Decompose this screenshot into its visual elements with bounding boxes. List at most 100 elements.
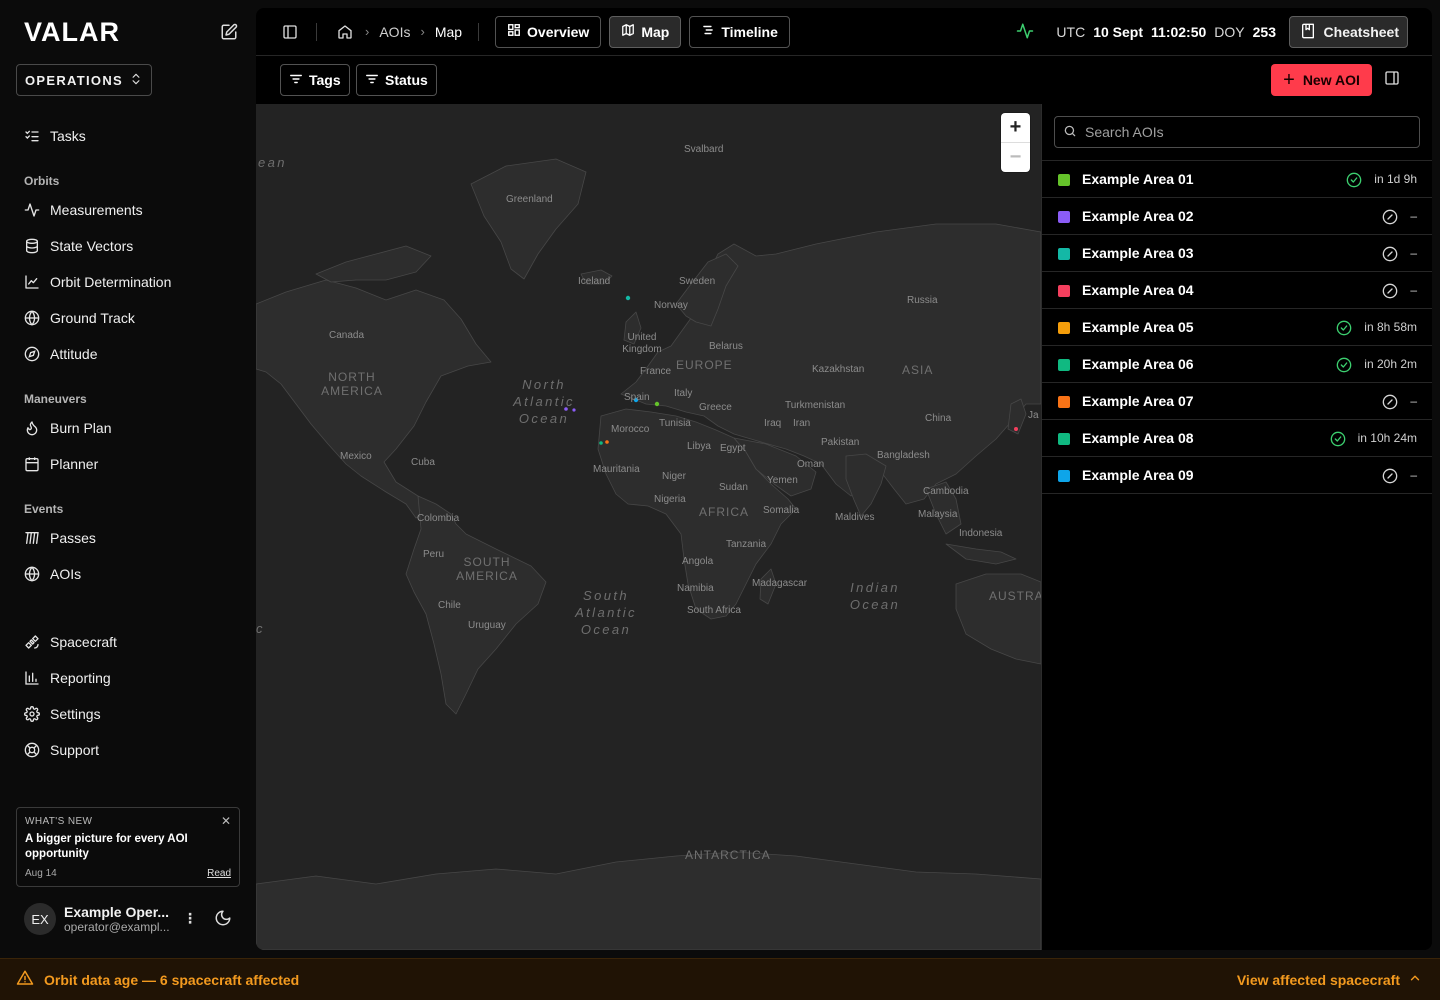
- workspace-select[interactable]: OPERATIONS: [16, 64, 152, 96]
- map-label-maldives: Maldives: [835, 512, 875, 523]
- circle-slash-icon: [1382, 394, 1398, 410]
- sidebar-item-planner[interactable]: Planner: [16, 446, 240, 482]
- sidebar-toggle-icon[interactable]: [280, 22, 300, 42]
- map-label-france: France: [640, 366, 672, 377]
- aoi-next-opportunity: –: [1410, 468, 1417, 482]
- sidebar-item-orbit-determination[interactable]: Orbit Determination: [16, 264, 240, 300]
- sidebar-item-state-vectors[interactable]: State Vectors: [16, 228, 240, 264]
- aoi-list-item[interactable]: Example Area 05 in 8h 58m: [1042, 309, 1432, 346]
- map-label-peru: Peru: [423, 549, 445, 560]
- sidebar-item-passes[interactable]: Passes: [16, 520, 240, 556]
- logo-row: VALAR: [24, 17, 240, 48]
- map-label-iran: Iran: [793, 418, 811, 429]
- search-field[interactable]: [1054, 116, 1420, 148]
- aoi-name: Example Area 04: [1082, 282, 1194, 298]
- more-vertical-icon[interactable]: ⋮: [182, 910, 198, 928]
- aoi-list-item[interactable]: Example Area 09 –: [1042, 457, 1432, 494]
- aoi-color-swatch: [1058, 285, 1070, 297]
- chevron-up-icon: [1408, 971, 1422, 988]
- compose-icon[interactable]: [218, 21, 240, 43]
- new-aoi-button[interactable]: + New AOI: [1271, 64, 1372, 96]
- sidebar-item-label: Spacecraft: [50, 634, 117, 650]
- sidebar-item-tasks[interactable]: Tasks: [16, 118, 240, 154]
- map-label-indonesia: Indonesia: [959, 528, 1003, 539]
- whats-new-kicker: WHAT'S NEW: [25, 816, 93, 827]
- aoi-list-item[interactable]: Example Area 02 –: [1042, 198, 1432, 235]
- main-panel: › AOIs › Map Overview Map Timeline UTC 1…: [256, 8, 1432, 950]
- close-icon[interactable]: ✕: [221, 814, 231, 828]
- map-region-antarctica: ANTARCTICA: [685, 848, 771, 862]
- breadcrumb: › AOIs › Map: [335, 22, 462, 42]
- user-email: operator@exampl...: [64, 920, 170, 934]
- nav-section-maneuvers: Maneuvers: [24, 392, 87, 406]
- clock-doy: 253: [1252, 24, 1276, 40]
- map-region-australia: AUSTRA: [989, 589, 1041, 603]
- whats-new-read-link[interactable]: Read: [207, 868, 231, 879]
- status-filter-button[interactable]: Status: [356, 64, 437, 96]
- map-label-canada: Canada: [329, 330, 365, 341]
- app-root: VALAR OPERATIONS Tasks Orbits Measuremen…: [0, 0, 1440, 1000]
- map-label-russia: Russia: [907, 295, 938, 306]
- sidebar-item-label: Attitude: [50, 346, 98, 362]
- aoi-name: Example Area 08: [1082, 430, 1194, 446]
- world-map[interactable]: Svalbard Greenland Iceland Sweden Norway…: [256, 104, 1041, 950]
- sidebar-item-settings[interactable]: Settings: [16, 696, 240, 732]
- tags-filter-button[interactable]: Tags: [280, 64, 350, 96]
- banner-text: Orbit data age — 6 spacecraft affected: [44, 971, 300, 988]
- aoi-next-opportunity: in 10h 24m: [1357, 431, 1417, 445]
- aoi-list-item[interactable]: Example Area 04 –: [1042, 272, 1432, 309]
- sidebar-item-aois[interactable]: AOIs: [16, 556, 240, 592]
- moon-icon[interactable]: [214, 909, 234, 929]
- zoom-control: + −: [1001, 113, 1030, 172]
- map-label-nigeria: Nigeria: [654, 494, 686, 505]
- map-label-kazakhstan: Kazakhstan: [812, 364, 865, 375]
- clock-time: 11:02:50: [1151, 24, 1207, 40]
- bar-chart-icon: [24, 670, 40, 686]
- workspace-select-value: OPERATIONS: [25, 72, 123, 88]
- map-label-sweden: Sweden: [679, 276, 716, 287]
- map-label-angola: Angola: [682, 556, 714, 567]
- map-label-yemen: Yemen: [767, 475, 798, 486]
- sidebar-item-spacecraft[interactable]: Spacecraft: [16, 624, 240, 660]
- aoi-list-item[interactable]: Example Area 03 –: [1042, 235, 1432, 272]
- user-profile[interactable]: EX Example Oper... operator@exampl... ⋮: [24, 902, 240, 936]
- sidebar-item-burn-plan[interactable]: Burn Plan: [16, 410, 240, 446]
- sidebar-item-attitude[interactable]: Attitude: [16, 336, 240, 372]
- circle-slash-icon: [1382, 209, 1398, 225]
- aoi-list-item[interactable]: Example Area 01 in 1d 9h: [1042, 161, 1432, 198]
- sidebar-item-label: AOIs: [50, 566, 82, 582]
- whats-new-date: Aug 14: [25, 868, 57, 879]
- aoi-list-item[interactable]: Example Area 07 –: [1042, 383, 1432, 420]
- whats-new-card: WHAT'S NEW A bigger picture for every AO…: [16, 807, 240, 887]
- panel-right-icon[interactable]: [1384, 70, 1404, 90]
- valar-logo[interactable]: VALAR: [24, 17, 120, 48]
- view-overview-button[interactable]: Overview: [495, 15, 602, 48]
- user-name: Example Oper...: [64, 904, 170, 920]
- aoi-list-item[interactable]: Example Area 08 in 10h 24m: [1042, 420, 1432, 457]
- activity-icon: [1016, 22, 1034, 43]
- map-label-iceland: Iceland: [578, 276, 611, 287]
- view-map-button[interactable]: Map: [609, 15, 682, 48]
- sidebar-item-label: Tasks: [50, 128, 86, 144]
- zoom-in-button[interactable]: +: [1001, 113, 1030, 142]
- aoi-color-swatch: [1058, 174, 1070, 186]
- view-timeline-button[interactable]: Timeline: [689, 15, 790, 48]
- new-aoi-label: New AOI: [1302, 72, 1360, 88]
- radio-tower-icon: [24, 530, 40, 546]
- cheatsheet-button[interactable]: Cheatsheet: [1288, 16, 1408, 48]
- sidebar-item-support[interactable]: Support: [16, 732, 240, 768]
- view-affected-spacecraft-link[interactable]: View affected spacecraft: [1237, 971, 1422, 988]
- map-label-chile: Chile: [438, 600, 461, 611]
- satellite-icon: [24, 634, 40, 650]
- aoi-list-item[interactable]: Example Area 06 in 20h 2m: [1042, 346, 1432, 383]
- life-buoy-icon: [24, 742, 40, 758]
- search-input[interactable]: [1085, 124, 1405, 140]
- zoom-out-button[interactable]: −: [1001, 142, 1030, 172]
- breadcrumb-aois[interactable]: AOIs: [379, 24, 410, 40]
- map-label-namibia: Namibia: [677, 583, 714, 594]
- sidebar-item-ground-track[interactable]: Ground Track: [16, 300, 240, 336]
- sidebar-item-reporting[interactable]: Reporting: [16, 660, 240, 696]
- sidebar-item-measurements[interactable]: Measurements: [16, 192, 240, 228]
- home-icon[interactable]: [335, 22, 355, 42]
- map-label-belarus: Belarus: [709, 341, 743, 352]
